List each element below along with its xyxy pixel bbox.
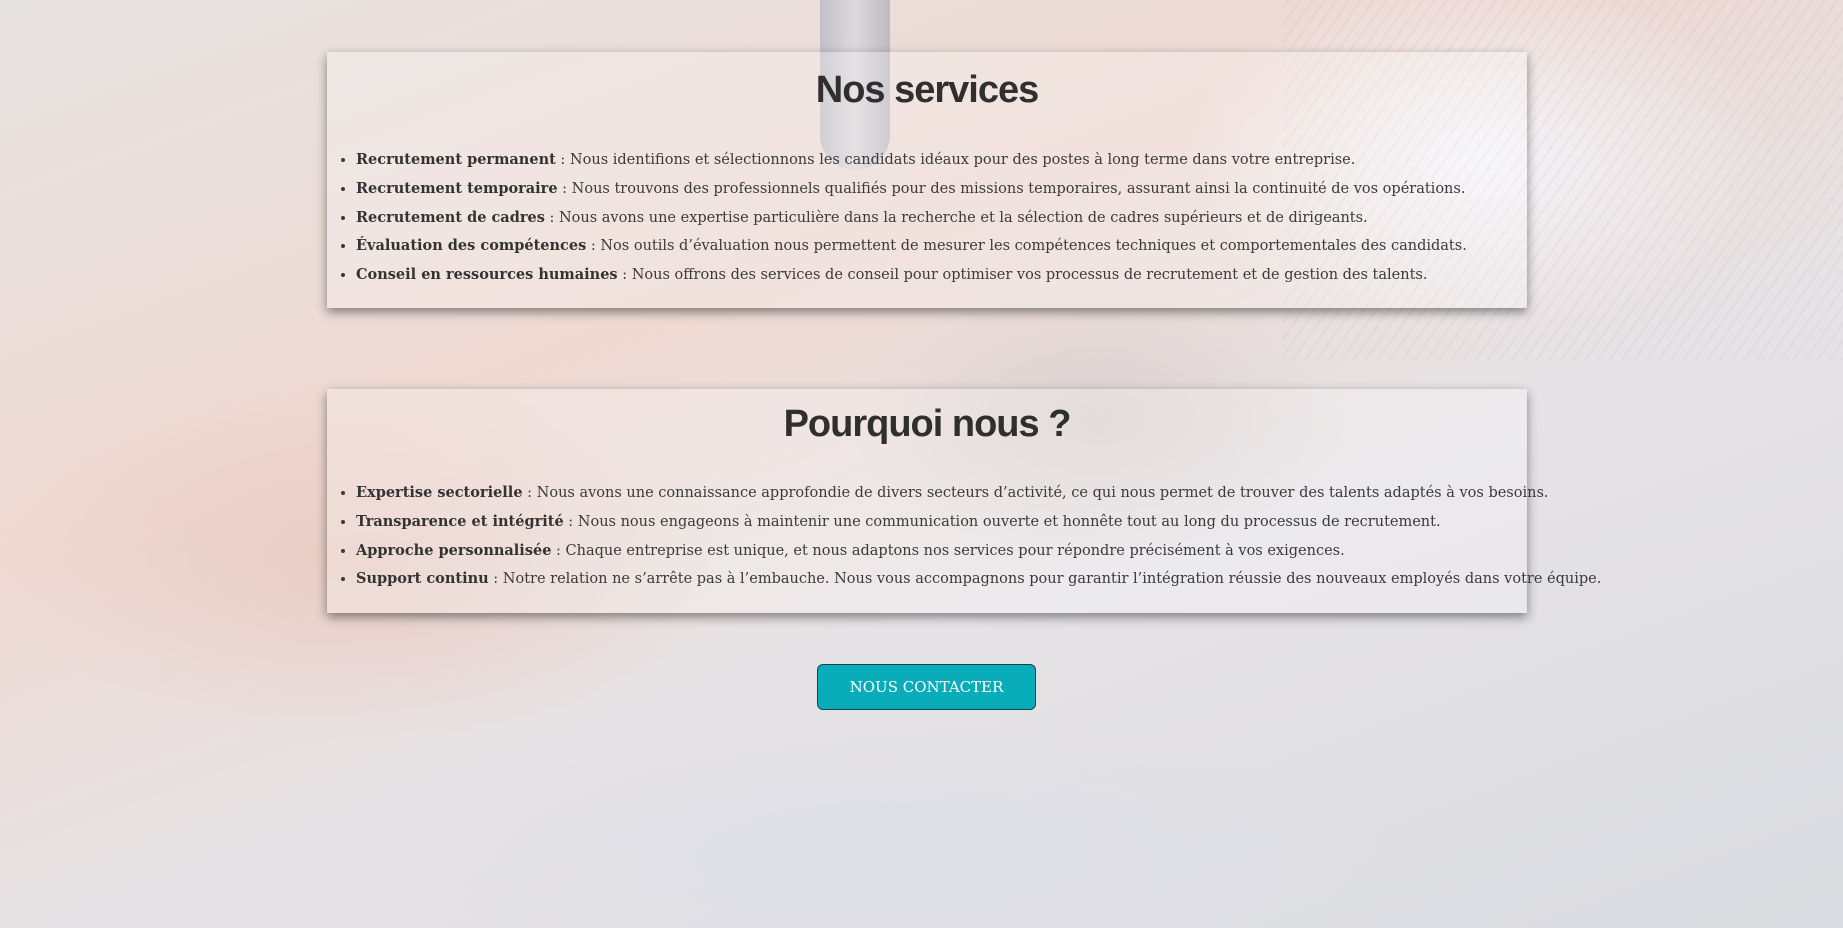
list-item-term: Recrutement de cadres	[356, 208, 545, 226]
list-item: Recrutement permanent : Nous identifions…	[356, 146, 1527, 175]
list-item: Approche personnalisée : Chaque entrepri…	[356, 537, 1527, 566]
why-us-list: Expertise sectorielle : Nous avons une c…	[327, 479, 1601, 594]
list-item-term: Évaluation des compétences	[356, 237, 587, 255]
list-item-description: : Nous nous engageons à maintenir une co…	[563, 513, 1441, 530]
list-item-term: Expertise sectorielle	[356, 484, 523, 501]
list-item-term: Support continu	[356, 570, 489, 588]
list-item: Recrutement de cadres : Nous avons une e…	[356, 204, 1527, 233]
list-item-term: Approche personnalisée	[356, 541, 552, 559]
list-item-description: : Notre relation ne s’arrête pas à l’emb…	[488, 571, 1602, 588]
list-item: Conseil en ressources humaines : Nous of…	[356, 261, 1527, 290]
services-title: Nos services	[815, 69, 1040, 111]
list-item-term: Transparence et intégrité	[356, 512, 564, 530]
list-item: Recrutement temporaire : Nous trouvons d…	[356, 175, 1527, 204]
list-item: Support continu : Notre relation ne s’ar…	[356, 565, 1601, 594]
list-item-description: : Nous avons une expertise particulière …	[544, 209, 1368, 226]
list-item-term: Recrutement permanent	[356, 151, 556, 168]
contact-button[interactable]: Nous contacter	[817, 664, 1036, 710]
list-item-description: : Nos outils d’évaluation nous permetten…	[586, 238, 1467, 255]
list-item-description: : Nous avons une connaissance approfondi…	[522, 485, 1549, 501]
services-list: Recrutement permanent : Nous identifions…	[327, 146, 1527, 290]
list-item-term: Conseil en ressources humaines	[356, 266, 618, 284]
list-item: Transparence et intégrité : Nous nous en…	[356, 508, 1527, 537]
why-us-section: Pourquoi nous ? Expertise sectorielle : …	[327, 389, 1601, 613]
list-item: Expertise sectorielle : Nous avons une c…	[356, 479, 1549, 508]
list-item: Évaluation des compétences : Nos outils …	[356, 232, 1527, 261]
list-item-description: : Nous offrons des services de conseil p…	[617, 267, 1428, 284]
list-item-description: : Nous identifions et sélectionnons les …	[555, 152, 1356, 168]
list-item-description: : Chaque entreprise est unique, et nous …	[551, 542, 1345, 559]
services-section: Nos services Recrutement permanent : Nou…	[327, 52, 1527, 308]
why-us-title: Pourquoi nous ?	[783, 403, 1072, 445]
list-item-term: Recrutement temporaire	[356, 179, 558, 197]
list-item-description: : Nous trouvons des professionnels quali…	[557, 180, 1466, 197]
